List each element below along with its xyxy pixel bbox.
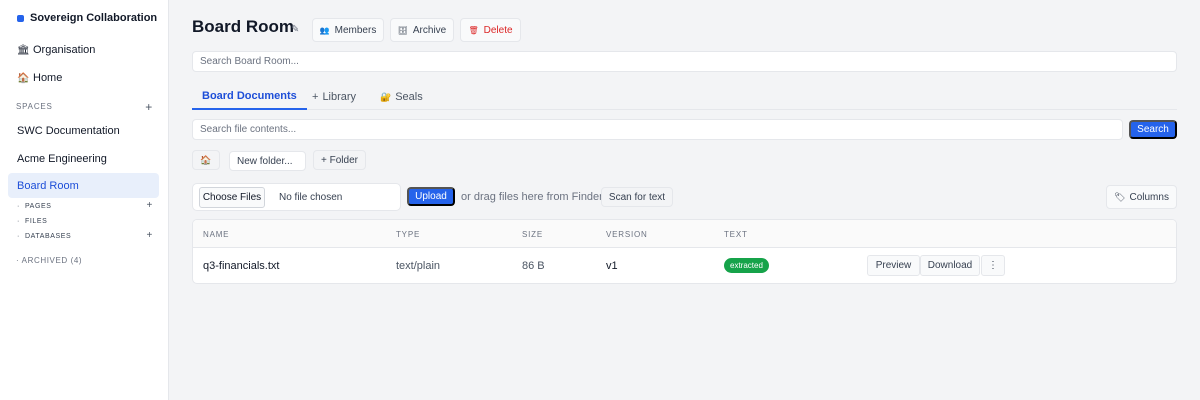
add-folder-label: + Folder bbox=[321, 154, 358, 166]
scan-label: Scan for text bbox=[608, 191, 666, 203]
column-header-size[interactable]: SIZE bbox=[522, 230, 543, 239]
new-folder-placeholder: New folder... bbox=[237, 155, 293, 167]
sub-item-label: FILES bbox=[24, 217, 48, 225]
file-search-input[interactable]: Search file contents... bbox=[192, 119, 1123, 140]
text-status-badge: extracted bbox=[724, 258, 769, 273]
delete-button[interactable]: 🗑 Delete bbox=[460, 18, 521, 42]
nav-item-label: Home bbox=[33, 72, 63, 84]
tab-seals[interactable]: 🔐 Seals bbox=[370, 84, 433, 110]
sidebar: Sovereign Collaboration 🏛 Organisation 🏠… bbox=[0, 0, 169, 400]
sub-item-label: PAGES bbox=[24, 202, 52, 210]
nav-item-organisation[interactable]: 🏛 Organisation bbox=[17, 44, 95, 56]
edit-title-icon[interactable]: ✎ bbox=[291, 24, 299, 35]
tab-board-documents[interactable]: Board Documents bbox=[192, 84, 307, 110]
column-header-version[interactable]: VERSION bbox=[606, 230, 648, 239]
files-table: NAME TYPE SIZE VERSION TEXT q3-financial… bbox=[192, 219, 1177, 284]
space-item-label: SWC Documentation bbox=[17, 124, 120, 137]
home-icon: 🏠 bbox=[17, 72, 30, 84]
tab-label: Seals bbox=[395, 91, 423, 103]
sub-item-files[interactable]: · FILES bbox=[17, 215, 153, 227]
more-options-icon[interactable]: ⋮ bbox=[981, 255, 1005, 276]
new-folder-input[interactable]: New folder... bbox=[229, 151, 306, 171]
bullet-icon: · bbox=[17, 217, 20, 225]
archive-icon: 🗄 bbox=[397, 25, 408, 35]
tab-label: Board Documents bbox=[202, 90, 297, 102]
nav-item-label: Organisation bbox=[33, 44, 96, 56]
search-button[interactable]: Search bbox=[1129, 120, 1177, 139]
members-button[interactable]: 👥 Members bbox=[312, 18, 384, 42]
bullet-icon: · bbox=[17, 232, 20, 240]
columns-label: Columns bbox=[1129, 191, 1169, 203]
space-item-label: Acme Engineering bbox=[17, 152, 107, 165]
choose-files-button[interactable]: Choose Files bbox=[199, 187, 265, 208]
file-search-placeholder: Search file contents... bbox=[200, 124, 297, 135]
delete-label: Delete bbox=[483, 24, 513, 36]
tab-bar: Board Documents + Library 🔐 Seals bbox=[192, 84, 1177, 110]
table-header: NAME TYPE SIZE VERSION TEXT bbox=[193, 220, 1176, 248]
drag-hint: or drag files here from Finder bbox=[461, 191, 603, 203]
space-search-placeholder: Search Board Room... bbox=[200, 56, 299, 67]
space-item-board-room[interactable]: Board Room bbox=[8, 173, 159, 198]
spaces-label: SPACES bbox=[16, 102, 53, 111]
file-type: text/plain bbox=[396, 260, 441, 272]
trash-icon: 🗑 bbox=[468, 25, 479, 35]
lock-icon: 🔐 bbox=[380, 91, 392, 102]
columns-icon: 🏷 bbox=[1114, 191, 1126, 202]
add-page-icon[interactable]: + bbox=[147, 201, 153, 211]
bullet-icon: · bbox=[17, 202, 20, 210]
file-size: 86 B bbox=[522, 260, 545, 272]
space-item-acme-engineering[interactable]: Acme Engineering bbox=[8, 146, 159, 171]
download-button[interactable]: Download bbox=[920, 255, 980, 276]
home-icon: 🏠 bbox=[200, 154, 212, 165]
archived-label: ARCHIVED (4) bbox=[21, 256, 83, 265]
tab-library[interactable]: + Library bbox=[302, 84, 366, 110]
no-file-label: No file chosen bbox=[279, 192, 343, 203]
column-header-text[interactable]: TEXT bbox=[724, 230, 748, 239]
space-search-input[interactable]: Search Board Room... bbox=[192, 51, 1177, 72]
file-version: v1 bbox=[606, 260, 618, 272]
upload-button[interactable]: Upload bbox=[407, 187, 455, 206]
file-name[interactable]: q3-financials.txt bbox=[203, 260, 279, 272]
column-header-type[interactable]: TYPE bbox=[396, 230, 420, 239]
scan-for-text-button[interactable]: Scan for text bbox=[601, 187, 673, 207]
members-icon: 👥 bbox=[319, 25, 330, 35]
columns-button[interactable]: 🏷 Columns bbox=[1106, 185, 1177, 209]
archive-button[interactable]: 🗄 Archive bbox=[390, 18, 454, 42]
sub-item-databases[interactable]: · DATABASES + bbox=[17, 230, 153, 242]
preview-button[interactable]: Preview bbox=[867, 255, 920, 276]
sub-item-label: DATABASES bbox=[24, 232, 72, 240]
column-header-name[interactable]: NAME bbox=[203, 230, 229, 239]
brand-logo-icon bbox=[17, 14, 24, 22]
brand-name: Sovereign Collaboration bbox=[30, 12, 158, 24]
add-database-icon[interactable]: + bbox=[147, 231, 153, 241]
members-label: Members bbox=[334, 24, 377, 36]
building-icon: 🏛 bbox=[17, 44, 30, 56]
file-picker: Choose Files No file chosen bbox=[192, 183, 401, 211]
tab-label: Library bbox=[322, 91, 357, 103]
archive-label: Archive bbox=[412, 24, 447, 36]
brand[interactable]: Sovereign Collaboration bbox=[17, 12, 157, 24]
space-item-swc-documentation[interactable]: SWC Documentation bbox=[8, 118, 159, 143]
add-folder-button[interactable]: + Folder bbox=[313, 150, 366, 170]
home-folder-button[interactable]: 🏠 bbox=[192, 150, 220, 170]
nav-item-home[interactable]: 🏠 Home bbox=[17, 72, 62, 84]
plus-icon: + bbox=[312, 91, 319, 103]
table-row[interactable]: q3-financials.txt text/plain 86 B v1 ext… bbox=[193, 248, 1176, 283]
sub-item-pages[interactable]: · PAGES + bbox=[17, 200, 153, 212]
spaces-section-header: SPACES + bbox=[16, 101, 153, 113]
page-title: Board Room bbox=[192, 17, 294, 36]
add-space-icon[interactable]: + bbox=[145, 101, 153, 113]
archived-link[interactable]: · ARCHIVED (4) bbox=[16, 256, 82, 265]
space-item-label: Board Room bbox=[17, 179, 79, 192]
